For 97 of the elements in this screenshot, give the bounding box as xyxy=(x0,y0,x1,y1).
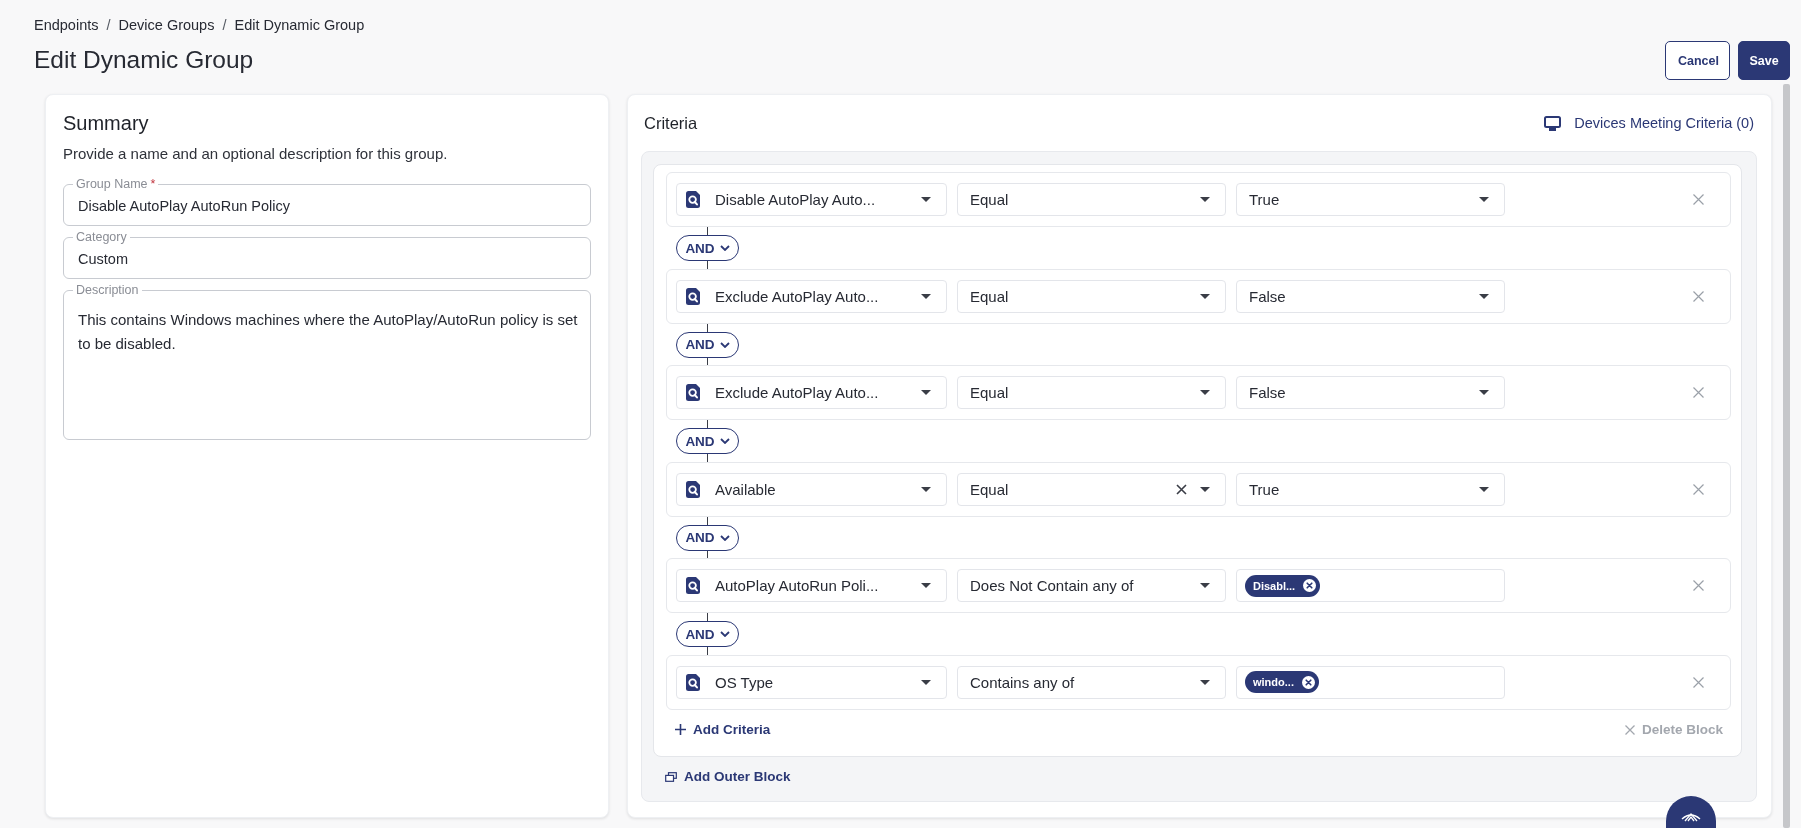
connector-line xyxy=(707,613,708,621)
field-label: Category xyxy=(76,230,127,244)
monitor-icon xyxy=(1544,115,1562,131)
connector-line xyxy=(707,261,708,269)
caret-icon xyxy=(1479,486,1489,492)
text-field[interactable]: Group Name * Disable AutoPlay AutoRun Policy xyxy=(63,178,591,226)
logic-operator-dropdown[interactable]: AND xyxy=(676,524,739,551)
logic-operator-dropdown[interactable]: AND xyxy=(676,621,739,647)
breadcrumb-link[interactable]: Device Groups xyxy=(118,16,215,34)
stacked-squares-icon xyxy=(665,771,677,782)
caret-icon xyxy=(1200,679,1210,685)
section-description: Provide a name and an optional description for this group. xyxy=(63,144,449,164)
connector-line xyxy=(707,323,708,332)
connector-line xyxy=(707,516,708,525)
add-criteria-button[interactable]: Add Criteria xyxy=(675,722,771,737)
section-title: Summary xyxy=(63,111,150,135)
close-icon[interactable] xyxy=(1693,387,1704,398)
add-outer-block-button[interactable]: Add Outer Block xyxy=(665,769,791,784)
magnifier-icon xyxy=(686,287,700,305)
close-icon[interactable] xyxy=(1693,290,1704,302)
caret-icon xyxy=(1479,390,1489,395)
caret-icon xyxy=(921,679,931,685)
close-icon xyxy=(1624,724,1635,735)
description-field[interactable]: Description This contains Windows machines where the AutoPlay/AutoRun policy is set to be disabled. xyxy=(63,284,591,440)
attribute-dropdown[interactable]: AutoPlay AutoRun Poli... xyxy=(676,569,947,602)
caret-icon xyxy=(1479,197,1489,202)
chevron-down-icon xyxy=(719,438,730,444)
breadcrumb-separator: / xyxy=(106,16,111,34)
attribute-dropdown[interactable]: Disable AutoPlay Auto... xyxy=(676,183,947,216)
breadcrumb-separator: / xyxy=(222,16,227,34)
logic-operator-dropdown[interactable]: AND xyxy=(676,331,739,358)
clear-icon[interactable] xyxy=(1176,483,1187,495)
caret-icon xyxy=(1200,583,1210,588)
caret-icon xyxy=(1200,293,1210,299)
close-icon[interactable] xyxy=(1693,580,1704,591)
operator-dropdown[interactable]: Equal xyxy=(957,472,1226,506)
value-tag[interactable]: windo... xyxy=(1245,671,1319,693)
save-button[interactable]: Save xyxy=(1738,41,1790,80)
breadcrumb-link[interactable]: Endpoints xyxy=(34,16,99,34)
operator-dropdown[interactable]: Equal xyxy=(957,183,1226,216)
attribute-dropdown[interactable]: Available xyxy=(676,472,947,506)
magnifier-icon xyxy=(686,673,700,691)
caret-icon xyxy=(1200,486,1210,492)
connector-line xyxy=(707,420,708,428)
magnifier-icon xyxy=(686,577,700,594)
value-dropdown[interactable]: False xyxy=(1236,279,1505,313)
connector-line xyxy=(707,550,708,558)
connector-line xyxy=(707,647,708,655)
field-label: Group Name xyxy=(76,177,148,191)
connector-line xyxy=(707,357,708,365)
close-icon[interactable] xyxy=(1693,483,1704,495)
value-field[interactable]: Disabl... xyxy=(1236,569,1505,602)
chevron-down-icon xyxy=(719,245,730,251)
field-label: Description xyxy=(76,283,139,297)
logic-operator-dropdown[interactable]: AND xyxy=(676,428,739,454)
operator-dropdown[interactable]: Does Not Contain any of xyxy=(957,569,1226,602)
caret-icon xyxy=(921,293,931,299)
attribute-dropdown[interactable]: OS Type xyxy=(676,665,947,699)
magnifier-icon xyxy=(686,384,700,401)
plus-icon xyxy=(675,724,686,735)
caret-icon xyxy=(1200,390,1210,395)
value-tag[interactable]: Disabl... xyxy=(1245,574,1321,597)
caret-icon xyxy=(1200,197,1210,202)
operator-dropdown[interactable]: Equal xyxy=(957,279,1226,313)
operator-dropdown[interactable]: Equal xyxy=(957,376,1226,409)
section-title: Criteria xyxy=(644,113,698,133)
magnifier-icon xyxy=(686,191,700,208)
caret-icon xyxy=(921,583,931,588)
remove-circle-icon[interactable] xyxy=(1301,675,1315,689)
chevron-down-icon xyxy=(719,631,730,637)
value-dropdown[interactable]: False xyxy=(1236,376,1505,409)
value-field[interactable]: windo... xyxy=(1236,665,1505,699)
devices-meeting-criteria-link[interactable]: Devices Meeting Criteria (0) xyxy=(1544,115,1754,131)
caret-icon xyxy=(921,486,931,492)
caret-icon xyxy=(921,197,931,202)
page-title: Edit Dynamic Group xyxy=(34,45,255,75)
remove-circle-icon[interactable] xyxy=(1303,579,1317,592)
operator-dropdown[interactable]: Contains any of xyxy=(957,665,1226,699)
caret-icon xyxy=(1479,293,1489,299)
attribute-dropdown[interactable]: Exclude AutoPlay Auto... xyxy=(676,279,947,313)
attribute-dropdown[interactable]: Exclude AutoPlay Auto... xyxy=(676,376,947,409)
chevron-down-icon xyxy=(719,341,730,348)
text-field[interactable]: Category Custom xyxy=(63,231,591,279)
connector-line xyxy=(707,227,708,235)
logic-operator-dropdown[interactable]: AND xyxy=(676,235,739,261)
value-dropdown[interactable]: True xyxy=(1236,472,1505,506)
breadcrumb-current: Edit Dynamic Group xyxy=(234,16,365,34)
magnifier-icon xyxy=(686,480,700,498)
required-mark: * xyxy=(150,177,156,191)
cancel-button[interactable]: Cancel xyxy=(1665,41,1730,80)
close-icon[interactable] xyxy=(1693,676,1704,688)
close-icon[interactable] xyxy=(1693,194,1704,205)
chevron-down-icon xyxy=(719,534,730,541)
scrollbar-thumb[interactable] xyxy=(1783,84,1790,828)
connector-line xyxy=(707,454,708,462)
caret-icon xyxy=(921,390,931,395)
value-dropdown[interactable]: True xyxy=(1236,183,1505,216)
